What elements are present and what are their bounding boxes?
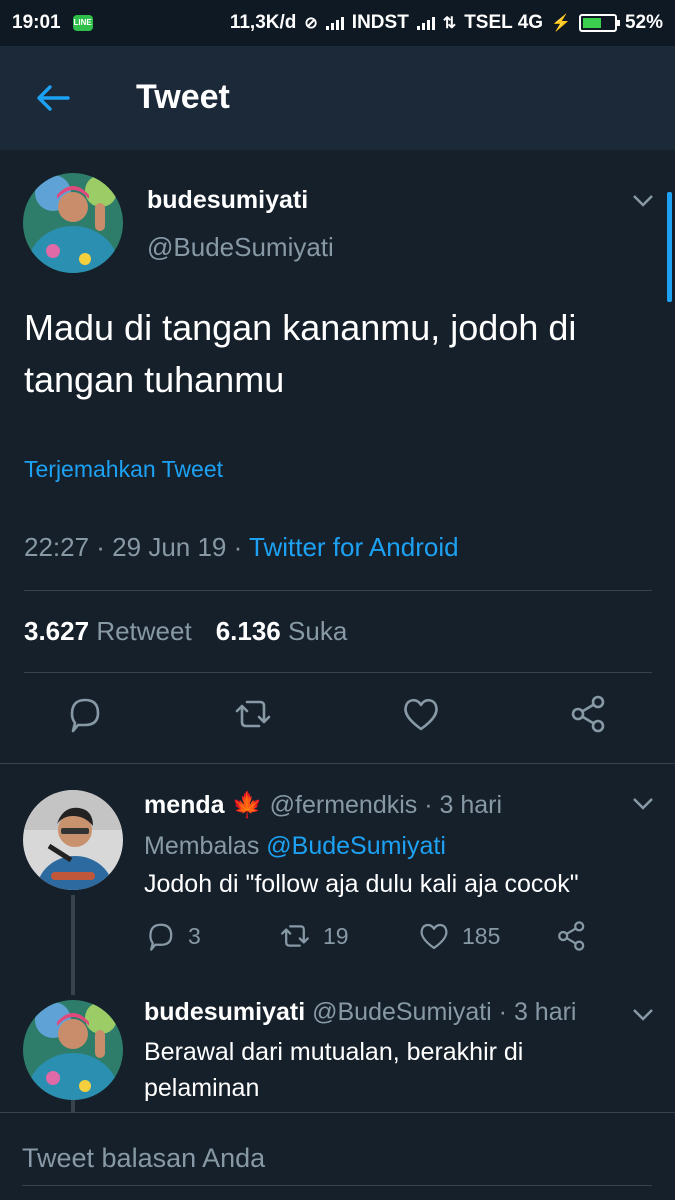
reply-text: Berawal dari mutualan, berakhir di pelam… (144, 1038, 524, 1102)
replying-to: Membalas @BudeSumiyati (144, 832, 446, 861)
scroll-indicator (667, 192, 672, 302)
reply-author-name[interactable]: budesumiyati (144, 998, 305, 1026)
reply-author-name[interactable]: menda (144, 791, 225, 819)
reply-author-handle[interactable]: @BudeSumiyati · 3 hari (312, 998, 576, 1026)
mute-icon: ⊘ (304, 15, 318, 32)
status-time: 19:01 (12, 12, 61, 33)
reply-header: budesumiyati @BudeSumiyati · 3 hari (144, 998, 577, 1027)
like-stat[interactable]: 6.136 Suka (216, 616, 348, 647)
signal-icon (325, 16, 344, 30)
charging-icon: ⚡ (551, 15, 571, 32)
battery-icon (578, 14, 620, 32)
retweet-label: Retweet (96, 616, 192, 646)
like-count: 6.136 (215, 616, 281, 646)
avatar[interactable] (23, 790, 123, 890)
author-name[interactable]: budesumiyati (147, 186, 308, 215)
reply-text: Jodoh di "follow aja dulu kali aja cocok… (144, 870, 579, 898)
reply-author-handle[interactable]: @fermendkis · 3 hari (270, 791, 502, 819)
avatar[interactable] (23, 173, 123, 273)
chevron-down-icon[interactable] (632, 194, 654, 208)
chevron-down-icon[interactable] (632, 797, 654, 811)
status-right: 11,3K/d ⊘ INDST ⇅ TSEL 4G ⚡ 52% (230, 12, 663, 34)
tweet-timestamp: 22:27 · 29 Jun 19 · (24, 532, 250, 562)
retweet-icon[interactable] (233, 694, 273, 734)
share-icon[interactable] (569, 694, 609, 734)
tweet-actions (0, 694, 675, 744)
chevron-down-icon[interactable] (632, 1008, 654, 1022)
like-count: 185 (462, 922, 501, 949)
avatar[interactable] (23, 1000, 123, 1100)
author-handle[interactable]: @BudeSumiyati (147, 232, 334, 263)
tweet-text: Madu di tangan kananmu, jodoh di tangan … (24, 307, 577, 400)
divider (24, 672, 652, 673)
retweet-icon (281, 925, 309, 947)
reply-count: 3 (188, 922, 201, 949)
battery-percent: 52% (624, 12, 663, 33)
status-bar: 19:01 LINE 11,3K/d ⊘ INDST ⇅ TSEL 4G ⚡ 5… (0, 0, 675, 46)
back-arrow-icon[interactable] (36, 84, 70, 112)
reply-actions: 3 19 185 (144, 920, 604, 956)
reply-compose-bar (0, 1112, 675, 1200)
carrier-1: INDST (351, 12, 409, 33)
data-transfer-icon: ⇅ (442, 15, 457, 32)
network-speed: 11,3K/d (229, 12, 297, 33)
divider (24, 590, 652, 591)
input-underline (22, 1185, 652, 1186)
carrier-2: TSEL 4G (464, 12, 544, 33)
tweet-stats: 3.627 Retweet 6.136 Suka (24, 616, 347, 647)
tweet-source[interactable]: Twitter for Android (249, 532, 459, 562)
tweet-meta: 22:27 · 29 Jun 19 · Twitter for Android (24, 532, 459, 563)
like-icon[interactable] (401, 694, 441, 734)
retweet-count: 3.627 (24, 616, 90, 646)
signal-icon-2 (416, 16, 435, 30)
share-action[interactable] (556, 920, 588, 952)
translate-link[interactable]: Terjemahkan Tweet (24, 456, 223, 483)
replying-prefix: Membalas (144, 832, 267, 860)
reply-header: menda 🍁 @fermendkis · 3 hari (144, 791, 502, 820)
reply-input[interactable] (22, 1137, 652, 1179)
share-icon (558, 921, 585, 951)
replying-to-mention[interactable]: @BudeSumiyati (266, 832, 446, 860)
app-bar: Tweet (0, 46, 675, 150)
divider (0, 763, 675, 764)
reply-action[interactable]: 3 (144, 920, 201, 952)
retweet-action[interactable]: 19 (279, 920, 349, 952)
retweet-count: 19 (323, 922, 349, 949)
like-icon (420, 923, 448, 950)
retweet-stat[interactable]: 3.627 Retweet (24, 616, 192, 647)
reply-icon (149, 923, 173, 951)
battery-level (582, 18, 601, 28)
maple-leaf-icon: 🍁 (231, 791, 263, 819)
like-action[interactable]: 185 (418, 920, 500, 952)
reply-icon[interactable] (64, 694, 104, 734)
like-label: Suka (288, 616, 348, 646)
page-title: Tweet (136, 78, 230, 116)
thread-line (71, 895, 75, 995)
line-app-icon: LINE (72, 15, 93, 31)
